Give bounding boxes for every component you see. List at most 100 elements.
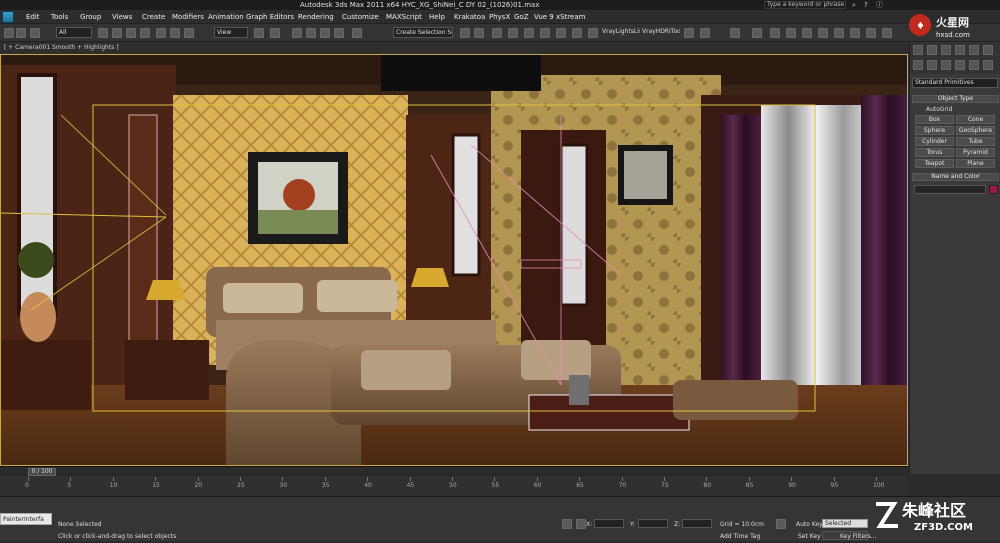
cylinder-button[interactable]: Cylinder [915, 137, 954, 146]
hierarchy-tab-icon[interactable] [941, 45, 951, 55]
auto-key-button[interactable]: Auto Key [796, 521, 823, 528]
geometry-icon[interactable] [913, 60, 923, 70]
menu-maxscript[interactable]: MAXScript [386, 10, 422, 24]
select-scale-icon[interactable] [184, 28, 194, 38]
menu-modifiers[interactable]: Modifiers [172, 10, 204, 24]
key-selection-dropdown[interactable]: Selected [822, 519, 868, 528]
render-production-icon[interactable] [684, 28, 694, 38]
menu-vue-xstream[interactable]: Vue 9 xStream [534, 10, 585, 24]
layer-manager-icon[interactable] [492, 28, 502, 38]
angle-snap-icon[interactable] [306, 28, 316, 38]
vray-hdri-tool-button[interactable]: VrayHDRITool [640, 27, 680, 38]
pyramid-button[interactable]: Pyramid [956, 148, 995, 157]
graphite-ribbon-icon[interactable] [508, 28, 518, 38]
teapot-button[interactable]: Teapot [915, 159, 954, 168]
render-setup-icon[interactable] [572, 28, 582, 38]
help-icon[interactable]: ? [864, 0, 868, 10]
teapot-render-icon[interactable] [700, 28, 710, 38]
hair-icon[interactable] [850, 28, 860, 38]
curve-editor-icon[interactable] [524, 28, 534, 38]
display-tab-icon[interactable] [969, 45, 979, 55]
rectangular-selection-icon[interactable] [126, 28, 136, 38]
create-tab-icon[interactable] [913, 45, 923, 55]
menu-goz[interactable]: GoZ [514, 10, 529, 24]
helpers-icon[interactable] [969, 60, 979, 70]
cameras-icon[interactable] [955, 60, 965, 70]
menu-rendering[interactable]: Rendering [298, 10, 334, 24]
primitive-category-dropdown[interactable]: Standard Primitives [912, 78, 998, 88]
render-elements-icon[interactable] [834, 28, 844, 38]
schematic-view-icon[interactable] [540, 28, 550, 38]
forward-arrow-icon[interactable] [882, 28, 892, 38]
redo-icon[interactable] [16, 28, 26, 38]
transform-mode-icon[interactable] [576, 519, 586, 529]
menu-views[interactable]: Views [112, 10, 132, 24]
torus-button[interactable]: Torus [915, 148, 954, 157]
menu-tools[interactable]: Tools [51, 10, 68, 24]
set-key-button[interactable]: Set Key [798, 533, 821, 540]
add-time-tag-button[interactable]: Add Time Tag [720, 533, 760, 540]
menu-help[interactable]: Help [429, 10, 445, 24]
box-button[interactable]: Box [915, 115, 954, 124]
geosphere-button[interactable]: GeoSphere [956, 126, 995, 135]
select-object-icon[interactable] [98, 28, 108, 38]
percent-snap-icon[interactable] [320, 28, 330, 38]
maxscript-listener-field[interactable]: PainterInterfa [0, 513, 52, 525]
time-slider-track[interactable]: 0 / 100 [0, 466, 908, 476]
y-coordinate-field[interactable] [638, 519, 668, 528]
sphere-button[interactable]: Sphere [915, 126, 954, 135]
select-manipulate-icon[interactable] [270, 28, 280, 38]
align-icon[interactable] [474, 28, 484, 38]
menu-group[interactable]: Group [80, 10, 101, 24]
undo-icon[interactable] [4, 28, 14, 38]
x-coordinate-field[interactable] [594, 519, 624, 528]
selection-filter-dropdown[interactable]: All [56, 27, 92, 38]
tube-button[interactable]: Tube [956, 137, 995, 146]
select-by-name-icon[interactable] [112, 28, 122, 38]
key-mode-icon[interactable] [776, 519, 786, 529]
object-name-field[interactable] [914, 185, 986, 194]
z-coordinate-field[interactable] [682, 519, 712, 528]
rendered-frame-icon[interactable] [588, 28, 598, 38]
krakatoa-icon[interactable] [770, 28, 780, 38]
menu-krakatoa[interactable]: Krakatoa [454, 10, 485, 24]
window-crossing-icon[interactable] [140, 28, 150, 38]
object-paint-icon[interactable] [802, 28, 812, 38]
reference-coord-dropdown[interactable]: View [214, 27, 248, 38]
search-icon[interactable]: ⌕ [852, 0, 856, 10]
menu-graph-editors[interactable]: Graph Editors [246, 10, 294, 24]
viewport-label[interactable]: [ + Camera001 Smooth + Highlights ] [4, 44, 119, 51]
modify-tab-icon[interactable] [927, 45, 937, 55]
menu-create[interactable]: Create [142, 10, 165, 24]
search-input[interactable]: Type a keyword or phrase [764, 1, 846, 9]
shapes-icon[interactable] [927, 60, 937, 70]
link-icon[interactable] [30, 28, 40, 38]
play-arrow-icon[interactable] [866, 28, 876, 38]
select-move-icon[interactable] [156, 28, 166, 38]
material-editor-icon[interactable] [556, 28, 566, 38]
menu-customize[interactable]: Customize [342, 10, 379, 24]
perspective-viewport[interactable] [0, 54, 908, 466]
mirror-icon[interactable] [460, 28, 470, 38]
snaps-toggle-icon[interactable] [292, 28, 302, 38]
select-rotate-icon[interactable] [170, 28, 180, 38]
edit-named-selection-icon[interactable] [352, 28, 362, 38]
pivot-center-icon[interactable] [254, 28, 264, 38]
menu-animation[interactable]: Animation [208, 10, 244, 24]
utilities-tab-icon[interactable] [983, 45, 993, 55]
menu-edit[interactable]: Edit [26, 10, 40, 24]
object-type-rollout[interactable]: Object Type [912, 95, 999, 103]
spinner-snap-icon[interactable] [334, 28, 344, 38]
physx-icon[interactable] [752, 28, 762, 38]
plane-button[interactable]: Plane [956, 159, 995, 168]
object-color-swatch[interactable] [989, 185, 998, 194]
info-icon[interactable]: ⓘ [876, 0, 883, 10]
vray-lights-lister-button[interactable]: VrayLightsListe [600, 27, 640, 38]
lock-selection-icon[interactable] [562, 519, 572, 529]
motion-tab-icon[interactable] [955, 45, 965, 55]
spacewarps-icon[interactable] [983, 60, 993, 70]
app-logo-icon[interactable] [2, 11, 14, 23]
named-selection-dropdown[interactable]: Create Selection Se [393, 27, 453, 38]
cone-button[interactable]: Cone [956, 115, 995, 124]
autogrid-checkbox[interactable]: AutoGrid [926, 106, 953, 113]
